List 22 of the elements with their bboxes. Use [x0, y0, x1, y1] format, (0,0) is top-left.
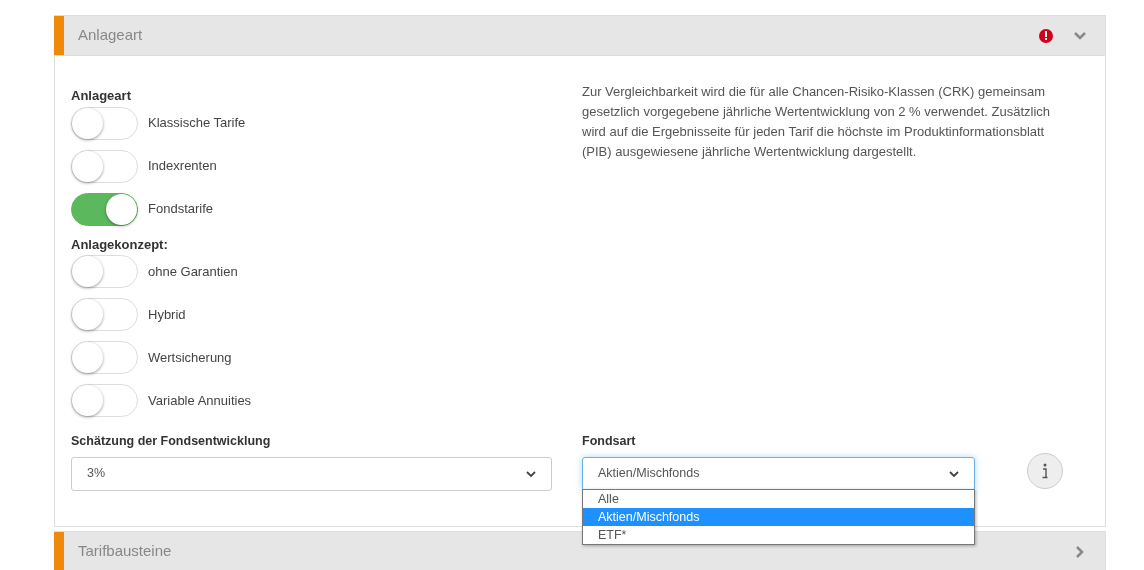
toggle-label: ohne Garantien — [148, 262, 238, 281]
toggle-label: Fondstarife — [148, 200, 214, 219]
info-icon[interactable] — [1027, 453, 1063, 489]
toggle-switch[interactable] — [71, 192, 138, 226]
group-heading: Anlagekonzept: — [71, 235, 169, 254]
toggle-label: Indexrenten — [148, 157, 217, 176]
accent-bar — [54, 532, 64, 570]
accent-bar — [54, 16, 64, 55]
chevron-down-icon — [949, 469, 959, 478]
section-title: Anlageart — [78, 25, 143, 46]
section-title: Tarifbausteine — [78, 541, 172, 562]
field-label: Fondsart — [582, 433, 637, 450]
toggle-label: Hybrid — [148, 305, 186, 324]
toggle-label: Klassische Tarife — [148, 114, 246, 133]
toggle-label: Wertsicherung — [148, 348, 232, 367]
dropdown-option[interactable]: Alle — [583, 490, 974, 508]
select-field[interactable]: 3% — [71, 456, 552, 491]
info-paragraph: Zur Vergleichbarkeit wird die für alle Chancen-Risiko-Klassen (CRK) gemeinsam gesetzlich vorgegebene jährliche Wertentwicklung von 2 % verwendet. Zusätzlich wird auf die Ergebnisseite für jeden Tarif die höchste im Produktinformationsblatt (PIB) ausgewiesene jährliche Wertentwicklung dargestellt. — [582, 83, 1051, 161]
toggle-label: Variable Annuities — [148, 391, 252, 410]
chevron-down-icon — [526, 469, 536, 478]
field-label: Schätzung der Fondsentwicklung — [71, 433, 272, 450]
group-heading: Anlageart — [71, 87, 132, 105]
